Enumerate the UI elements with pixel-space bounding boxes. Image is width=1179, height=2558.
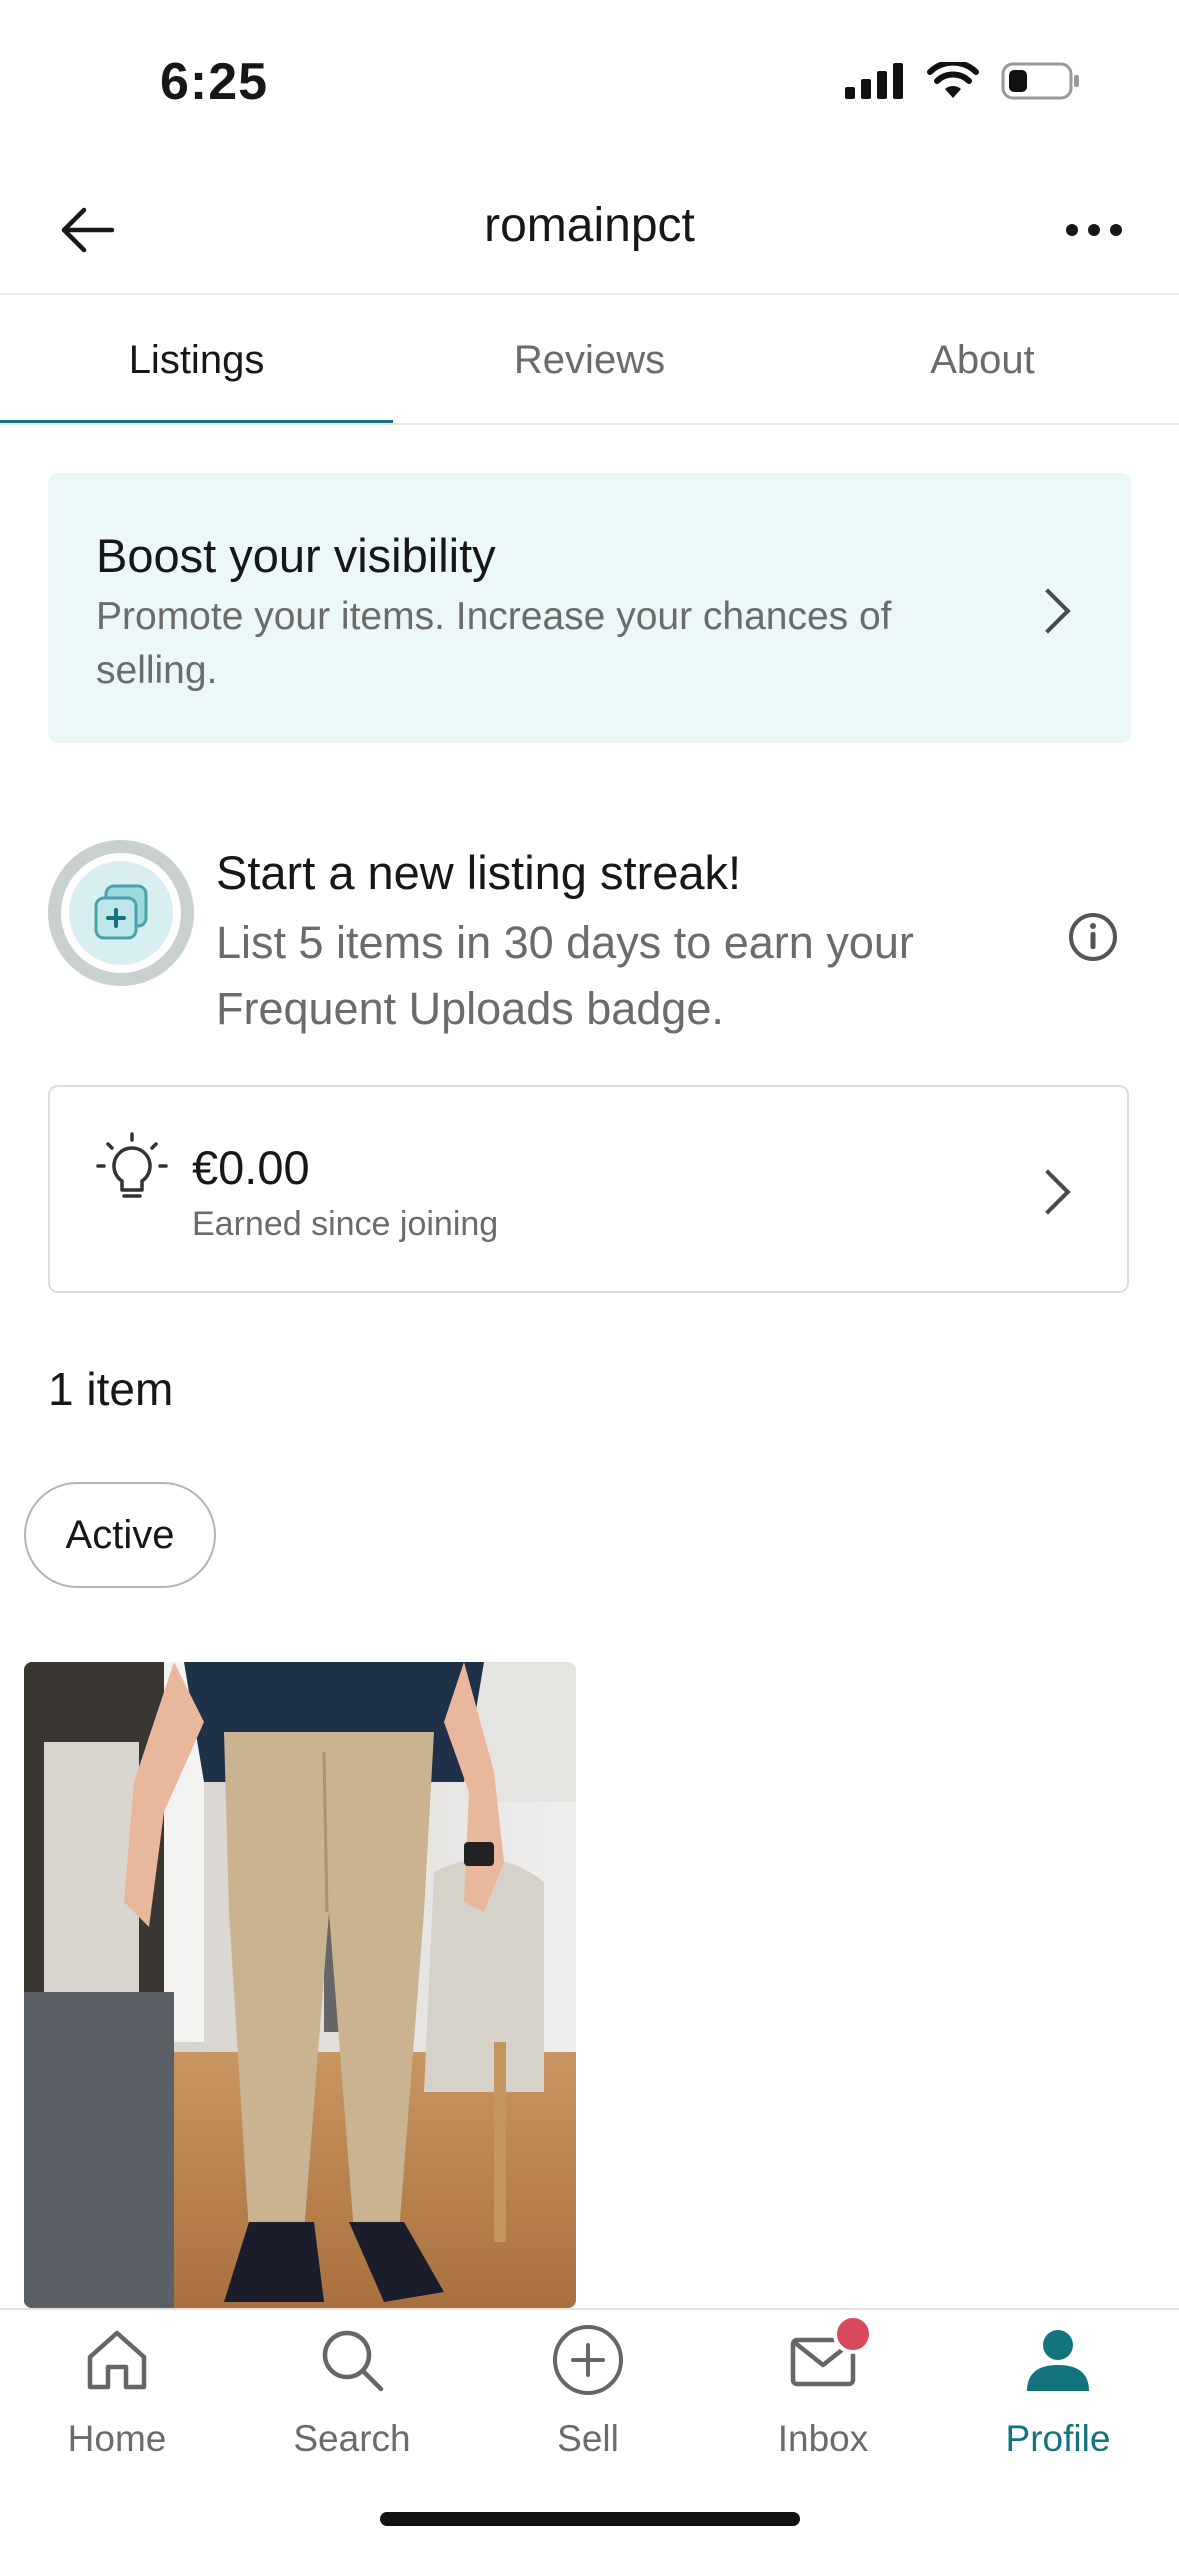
profile-tabs: Listings Reviews About xyxy=(0,295,1179,425)
nav-label: Home xyxy=(67,2418,167,2459)
nav-label: Inbox xyxy=(777,2418,869,2459)
lightbulb-icon xyxy=(96,1132,168,1198)
plus-circle-icon xyxy=(553,2325,623,2395)
tabs-divider xyxy=(0,423,1179,425)
tab-about[interactable]: About xyxy=(786,295,1179,425)
info-icon[interactable] xyxy=(1068,912,1118,962)
filter-chip-active[interactable]: Active xyxy=(24,1482,216,1588)
nav-search[interactable]: Search xyxy=(252,2320,452,2460)
wifi-icon xyxy=(927,62,979,98)
listing-photo-image xyxy=(24,1662,576,2308)
nav-label: Search xyxy=(293,2418,411,2459)
earnings-amount: €0.00 xyxy=(192,1141,310,1194)
notification-badge xyxy=(833,2314,873,2354)
person-icon xyxy=(1027,2330,1089,2391)
streak-subtitle: List 5 items in 30 days to earn your Fre… xyxy=(216,917,914,1034)
signal-icon xyxy=(845,63,903,99)
status-icons xyxy=(845,62,1081,100)
dot-icon xyxy=(1110,224,1122,236)
streak-title: Start a new listing streak! xyxy=(216,846,742,899)
boost-subtitle: Promote your items. Increase your chance… xyxy=(96,595,892,692)
tab-label: Listings xyxy=(128,337,265,382)
nav-label: Sell xyxy=(557,2418,619,2459)
boost-title: Boost your visibility xyxy=(96,529,496,582)
nav-label: Profile xyxy=(1005,2418,1111,2459)
listing-streak-badge xyxy=(48,840,194,986)
nav-profile[interactable]: Profile xyxy=(958,2320,1158,2460)
more-options-button[interactable] xyxy=(1049,200,1139,260)
tab-listings[interactable]: Listings xyxy=(0,295,393,425)
tab-label: About xyxy=(930,337,1035,382)
listing-item-photo[interactable] xyxy=(24,1662,576,2308)
home-icon xyxy=(87,2330,147,2390)
status-time: 6:25 xyxy=(160,53,269,111)
nav-sell[interactable]: Sell xyxy=(488,2320,688,2460)
page-title: romainpct xyxy=(484,199,695,252)
tab-label: Reviews xyxy=(513,337,666,382)
nav-home[interactable]: Home xyxy=(17,2320,217,2460)
dot-icon xyxy=(1066,224,1078,236)
earnings-label: Earned since joining xyxy=(192,1205,499,1243)
nav-inbox[interactable]: Inbox xyxy=(723,2314,923,2460)
search-icon xyxy=(322,2330,384,2392)
battery-icon xyxy=(1001,62,1079,100)
items-count: 1 item xyxy=(48,1363,174,1415)
tab-reviews[interactable]: Reviews xyxy=(393,295,786,425)
home-indicator xyxy=(380,2512,800,2526)
dot-icon xyxy=(1088,224,1100,236)
frequent-uploads-icon xyxy=(94,884,148,940)
